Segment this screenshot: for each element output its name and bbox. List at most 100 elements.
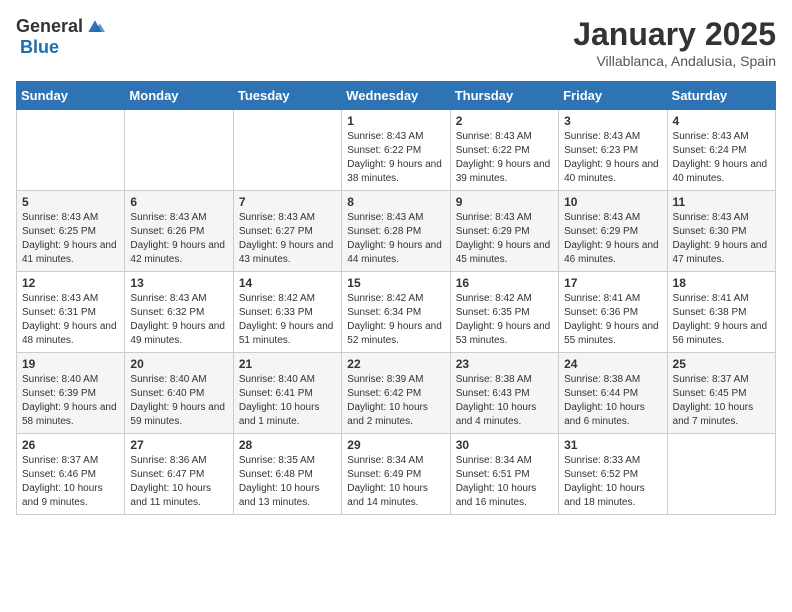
- title-block: January 2025 Villablanca, Andalusia, Spa…: [573, 16, 776, 69]
- day-info: Sunrise: 8:42 AMSunset: 6:34 PMDaylight:…: [347, 292, 444, 348]
- day-info: Sunrise: 8:38 AMSunset: 6:43 PMDaylight:…: [456, 373, 553, 429]
- calendar-cell: 27 Sunrise: 8:36 AMSunset: 6:47 PMDayligh…: [125, 434, 233, 515]
- calendar-cell: 14 Sunrise: 8:42 AMSunset: 6:33 PMDayligh…: [233, 272, 341, 353]
- day-number: 13: [130, 276, 227, 290]
- day-header-friday: Friday: [559, 82, 667, 110]
- day-header-saturday: Saturday: [667, 82, 775, 110]
- day-info: Sunrise: 8:43 AMSunset: 6:25 PMDaylight:…: [22, 211, 119, 267]
- calendar-cell: 19Sunrise: 8:40 AMSunset: 6:39 PMDayligh…: [17, 353, 125, 434]
- day-number: 22: [347, 357, 444, 371]
- day-number: 20: [130, 357, 227, 371]
- day-info: Sunrise: 8:42 AMSunset: 6:33 PMDaylight:…: [239, 292, 336, 348]
- day-info: Sunrise: 8:40 AMSunset: 6:39 PMDaylight:…: [22, 373, 119, 429]
- calendar-cell: 16 Sunrise: 8:42 AMSunset: 6:35 PMDayligh…: [450, 272, 558, 353]
- calendar-cell: [17, 110, 125, 191]
- day-info: Sunrise: 8:43 AMSunset: 6:26 PMDaylight:…: [130, 211, 227, 267]
- location-subtitle: Villablanca, Andalusia, Spain: [573, 53, 776, 69]
- day-number: 26: [22, 438, 119, 452]
- calendar-table: SundayMondayTuesdayWednesdayThursdayFrid…: [16, 81, 776, 515]
- day-number: 21: [239, 357, 336, 371]
- logo-general-text: General: [16, 16, 83, 37]
- day-info: Sunrise: 8:35 AMSunset: 6:48 PMDaylight:…: [239, 454, 336, 510]
- calendar-week-row: 26 Sunrise: 8:37 AMSunset: 6:46 PMDayligh…: [17, 434, 776, 515]
- day-number: 16: [456, 276, 553, 290]
- day-info: Sunrise: 8:43 AMSunset: 6:31 PMDaylight:…: [22, 292, 119, 348]
- logo: General Blue: [16, 16, 105, 58]
- calendar-cell: 30 Sunrise: 8:34 AMSunset: 6:51 PMDayligh…: [450, 434, 558, 515]
- day-info: Sunrise: 8:43 AMSunset: 6:32 PMDaylight:…: [130, 292, 227, 348]
- calendar-cell: 15 Sunrise: 8:42 AMSunset: 6:34 PMDayligh…: [342, 272, 450, 353]
- calendar-cell: 13 Sunrise: 8:43 AMSunset: 6:32 PMDayligh…: [125, 272, 233, 353]
- calendar-cell: 5 Sunrise: 8:43 AMSunset: 6:25 PMDaylight…: [17, 191, 125, 272]
- calendar-cell: 2 Sunrise: 8:43 AMSunset: 6:22 PMDaylight…: [450, 110, 558, 191]
- calendar-cell: 26 Sunrise: 8:37 AMSunset: 6:46 PMDayligh…: [17, 434, 125, 515]
- day-info: Sunrise: 8:41 AMSunset: 6:38 PMDaylight:…: [673, 292, 770, 348]
- day-info: Sunrise: 8:34 AMSunset: 6:49 PMDaylight:…: [347, 454, 444, 510]
- day-info: Sunrise: 8:43 AMSunset: 6:24 PMDaylight:…: [673, 130, 770, 186]
- day-number: 5: [22, 195, 119, 209]
- day-number: 23: [456, 357, 553, 371]
- day-number: 24: [564, 357, 661, 371]
- calendar-cell: 11Sunrise: 8:43 AMSunset: 6:30 PMDayligh…: [667, 191, 775, 272]
- day-info: Sunrise: 8:38 AMSunset: 6:44 PMDaylight:…: [564, 373, 661, 429]
- day-number: 17: [564, 276, 661, 290]
- day-number: 8: [347, 195, 444, 209]
- day-header-monday: Monday: [125, 82, 233, 110]
- day-number: 31: [564, 438, 661, 452]
- day-number: 30: [456, 438, 553, 452]
- day-header-tuesday: Tuesday: [233, 82, 341, 110]
- day-info: Sunrise: 8:43 AMSunset: 6:22 PMDaylight:…: [347, 130, 444, 186]
- calendar-cell: 22Sunrise: 8:39 AMSunset: 6:42 PMDayligh…: [342, 353, 450, 434]
- calendar-cell: 3Sunrise: 8:43 AMSunset: 6:23 PMDaylight…: [559, 110, 667, 191]
- day-info: Sunrise: 8:43 AMSunset: 6:27 PMDaylight:…: [239, 211, 336, 267]
- day-number: 28: [239, 438, 336, 452]
- calendar-cell: 29 Sunrise: 8:34 AMSunset: 6:49 PMDayligh…: [342, 434, 450, 515]
- month-title: January 2025: [573, 16, 776, 53]
- calendar-cell: 17 Sunrise: 8:41 AMSunset: 6:36 PMDayligh…: [559, 272, 667, 353]
- calendar-cell: 21 Sunrise: 8:40 AMSunset: 6:41 PMDayligh…: [233, 353, 341, 434]
- day-number: 11: [673, 195, 770, 209]
- calendar-cell: 9 Sunrise: 8:43 AMSunset: 6:29 PMDaylight…: [450, 191, 558, 272]
- day-info: Sunrise: 8:37 AMSunset: 6:46 PMDaylight:…: [22, 454, 119, 510]
- calendar-week-row: 5 Sunrise: 8:43 AMSunset: 6:25 PMDaylight…: [17, 191, 776, 272]
- day-info: Sunrise: 8:34 AMSunset: 6:51 PMDaylight:…: [456, 454, 553, 510]
- day-number: 29: [347, 438, 444, 452]
- day-number: 6: [130, 195, 227, 209]
- day-info: Sunrise: 8:36 AMSunset: 6:47 PMDaylight:…: [130, 454, 227, 510]
- day-number: 4: [673, 114, 770, 128]
- calendar-cell: 23 Sunrise: 8:38 AMSunset: 6:43 PMDayligh…: [450, 353, 558, 434]
- day-number: 10: [564, 195, 661, 209]
- day-number: 3: [564, 114, 661, 128]
- calendar-cell: 6 Sunrise: 8:43 AMSunset: 6:26 PMDaylight…: [125, 191, 233, 272]
- day-info: Sunrise: 8:43 AMSunset: 6:29 PMDaylight:…: [456, 211, 553, 267]
- calendar-cell: 4 Sunrise: 8:43 AMSunset: 6:24 PMDaylight…: [667, 110, 775, 191]
- day-info: Sunrise: 8:43 AMSunset: 6:29 PMDaylight:…: [564, 211, 661, 267]
- day-info: Sunrise: 8:40 AMSunset: 6:40 PMDaylight:…: [130, 373, 227, 429]
- calendar-week-row: 19Sunrise: 8:40 AMSunset: 6:39 PMDayligh…: [17, 353, 776, 434]
- calendar-cell: 20 Sunrise: 8:40 AMSunset: 6:40 PMDayligh…: [125, 353, 233, 434]
- logo-blue-text: Blue: [20, 37, 59, 58]
- calendar-cell: 18 Sunrise: 8:41 AMSunset: 6:38 PMDayligh…: [667, 272, 775, 353]
- calendar-cell: 24 Sunrise: 8:38 AMSunset: 6:44 PMDayligh…: [559, 353, 667, 434]
- calendar-cell: 25Sunrise: 8:37 AMSunset: 6:45 PMDayligh…: [667, 353, 775, 434]
- calendar-week-row: 12 Sunrise: 8:43 AMSunset: 6:31 PMDayligh…: [17, 272, 776, 353]
- day-header-wednesday: Wednesday: [342, 82, 450, 110]
- day-info: Sunrise: 8:43 AMSunset: 6:22 PMDaylight:…: [456, 130, 553, 186]
- day-info: Sunrise: 8:43 AMSunset: 6:28 PMDaylight:…: [347, 211, 444, 267]
- calendar-header-row: SundayMondayTuesdayWednesdayThursdayFrid…: [17, 82, 776, 110]
- day-header-sunday: Sunday: [17, 82, 125, 110]
- day-number: 15: [347, 276, 444, 290]
- day-number: 14: [239, 276, 336, 290]
- day-number: 12: [22, 276, 119, 290]
- day-number: 2: [456, 114, 553, 128]
- calendar-cell: 12 Sunrise: 8:43 AMSunset: 6:31 PMDayligh…: [17, 272, 125, 353]
- day-info: Sunrise: 8:41 AMSunset: 6:36 PMDaylight:…: [564, 292, 661, 348]
- day-info: Sunrise: 8:42 AMSunset: 6:35 PMDaylight:…: [456, 292, 553, 348]
- day-number: 27: [130, 438, 227, 452]
- calendar-cell: [125, 110, 233, 191]
- day-info: Sunrise: 8:40 AMSunset: 6:41 PMDaylight:…: [239, 373, 336, 429]
- day-number: 9: [456, 195, 553, 209]
- calendar-cell: [667, 434, 775, 515]
- day-number: 1: [347, 114, 444, 128]
- day-number: 18: [673, 276, 770, 290]
